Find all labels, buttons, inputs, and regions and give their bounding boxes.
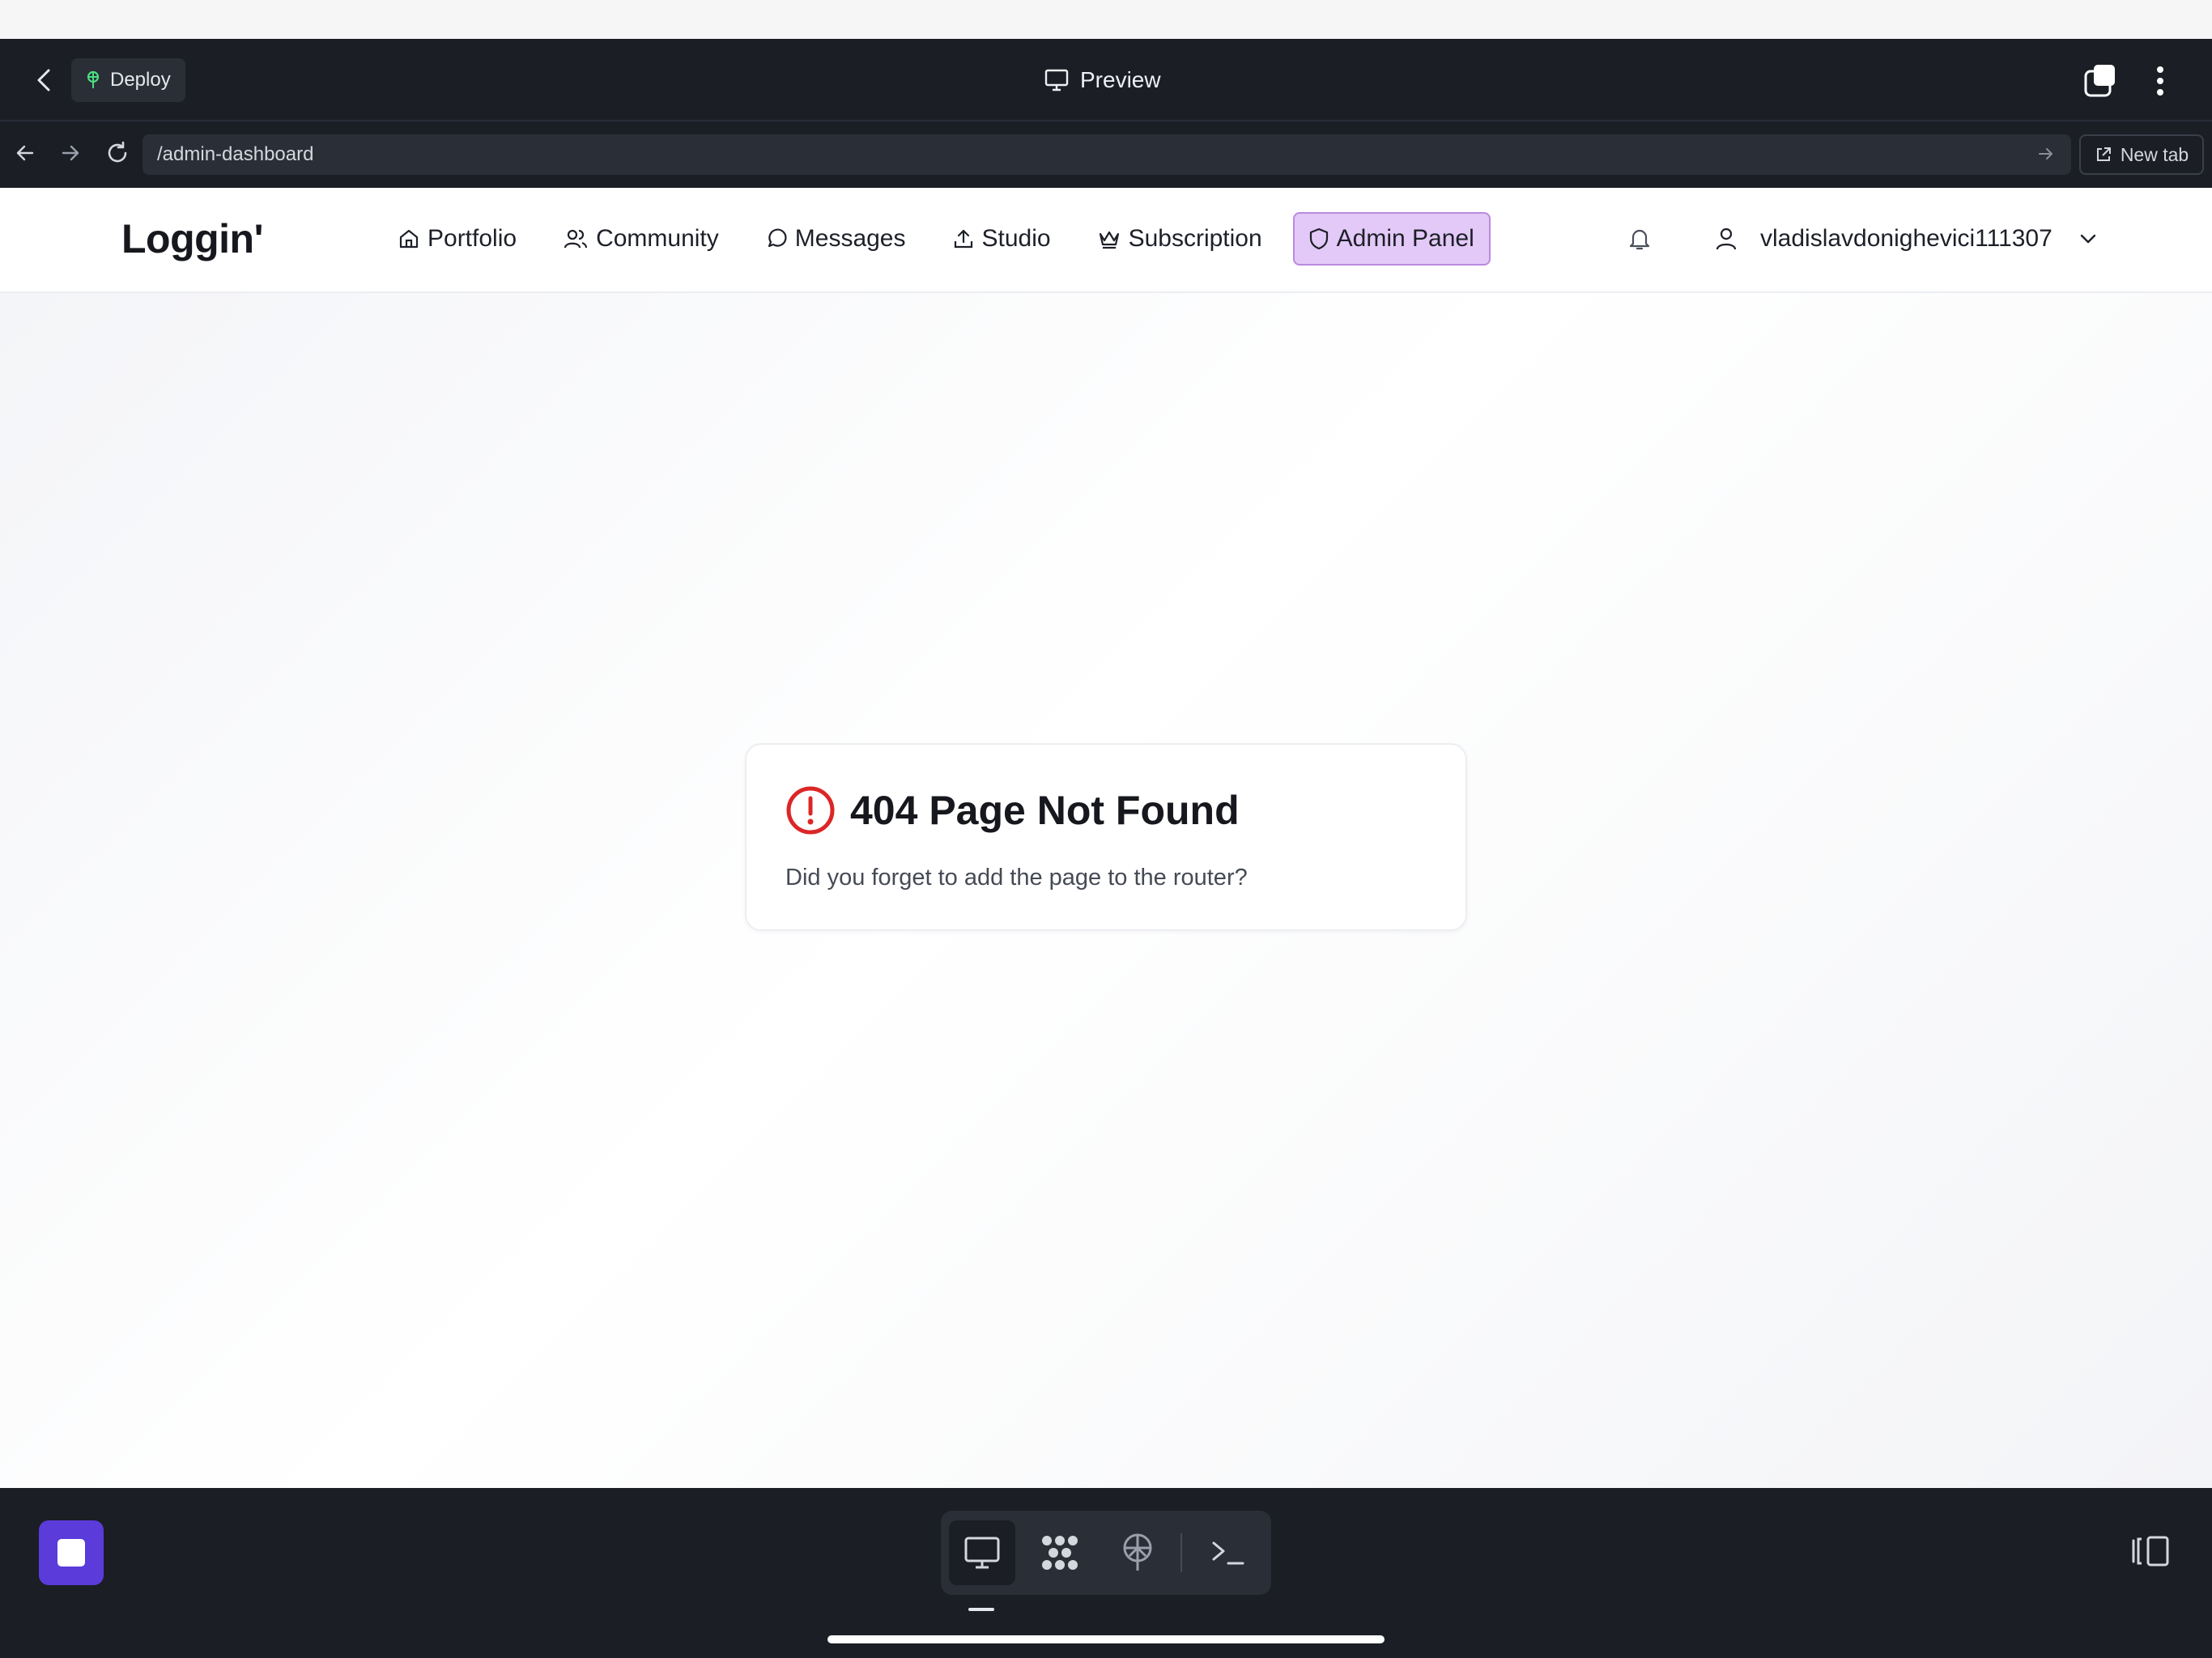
nav-item-messages[interactable]: Messages bbox=[750, 212, 922, 266]
tool-switcher bbox=[941, 1511, 1271, 1595]
back-button[interactable] bbox=[24, 60, 65, 100]
layout-toggle-button[interactable] bbox=[2128, 1528, 2173, 1574]
reload-button[interactable] bbox=[99, 134, 136, 172]
stop-button[interactable] bbox=[39, 1520, 104, 1585]
bell-icon bbox=[1629, 229, 1650, 250]
error-title: 404 Page Not Found bbox=[850, 788, 1240, 833]
crown-icon bbox=[1099, 231, 1119, 249]
nav-item-subscription[interactable]: Subscription bbox=[1082, 212, 1278, 266]
error-card: 404 Page Not Found Did you forget to add… bbox=[745, 743, 1467, 931]
arrow-left-icon bbox=[16, 145, 34, 161]
refresh-icon bbox=[108, 141, 127, 163]
more-vertical-icon bbox=[2157, 66, 2163, 96]
nav-label: Community bbox=[596, 225, 719, 252]
nav-item-portfolio[interactable]: Portfolio bbox=[382, 212, 533, 266]
toolbar-divider bbox=[1180, 1533, 1182, 1572]
console-tool-button[interactable] bbox=[1195, 1520, 1261, 1585]
deploy-tool-button[interactable] bbox=[1104, 1520, 1171, 1585]
arrow-right-icon bbox=[62, 145, 79, 161]
tabs-icon bbox=[2084, 65, 2115, 97]
home-indicator bbox=[827, 1635, 1385, 1643]
workflows-tool-button[interactable] bbox=[1027, 1520, 1093, 1585]
main-nav: Portfolio Community Messages Studio Subs… bbox=[382, 212, 1505, 266]
tabs-button[interactable] bbox=[2081, 62, 2120, 100]
nav-item-studio[interactable]: Studio bbox=[937, 212, 1067, 266]
user-avatar[interactable] bbox=[1708, 221, 1744, 257]
terminal-icon bbox=[1212, 1541, 1244, 1565]
preview-title: Preview bbox=[1044, 60, 1161, 100]
monitor-icon bbox=[964, 1537, 1000, 1569]
user-icon bbox=[1716, 227, 1737, 250]
more-options-button[interactable] bbox=[2141, 62, 2180, 100]
preview-label: Preview bbox=[1080, 67, 1161, 92]
url-input[interactable]: /admin-dashboard bbox=[143, 134, 2071, 175]
go-arrow-icon[interactable] bbox=[2037, 145, 2055, 163]
users-icon bbox=[564, 229, 588, 249]
bottom-toolbar bbox=[0, 1488, 2212, 1658]
upload-icon bbox=[954, 229, 972, 249]
nav-item-admin-panel[interactable]: Admin Panel bbox=[1292, 212, 1491, 266]
deploy-button[interactable]: Deploy bbox=[71, 58, 185, 102]
header-user-area: vladislavdonighevici111307 bbox=[1619, 212, 2103, 266]
site-header: Loggin' Portfolio Community Messages Stu… bbox=[0, 188, 2212, 293]
main-content: 404 Page Not Found Did you forget to add… bbox=[0, 293, 2212, 1488]
url-text: /admin-dashboard bbox=[157, 143, 314, 165]
browser-forward-button[interactable] bbox=[52, 134, 89, 172]
chevron-left-icon bbox=[37, 69, 50, 91]
new-tab-label: New tab bbox=[2120, 143, 2189, 165]
notifications-button[interactable] bbox=[1619, 219, 1660, 259]
nav-label: Subscription bbox=[1128, 225, 1262, 252]
deploy-icon bbox=[87, 70, 100, 88]
new-tab-button[interactable]: New tab bbox=[2079, 134, 2204, 175]
error-card-header: 404 Page Not Found bbox=[785, 785, 1240, 835]
monitor-icon bbox=[1044, 69, 1069, 91]
shield-icon bbox=[1309, 227, 1328, 250]
username[interactable]: vladislavdonighevici111307 bbox=[1760, 225, 2052, 253]
sidebar-icon bbox=[2132, 1536, 2169, 1567]
browser-back-button[interactable] bbox=[6, 134, 44, 172]
stop-icon bbox=[57, 1539, 85, 1567]
status-bar bbox=[0, 0, 2212, 39]
message-circle-icon bbox=[768, 228, 787, 248]
deploy-icon bbox=[1123, 1533, 1152, 1571]
nav-item-community[interactable]: Community bbox=[547, 212, 735, 266]
alert-circle-icon bbox=[786, 786, 835, 835]
active-tool-indicator bbox=[968, 1608, 994, 1611]
error-message: Did you forget to add the page to the ro… bbox=[785, 865, 1248, 891]
nav-label: Admin Panel bbox=[1336, 225, 1474, 252]
nav-label: Portfolio bbox=[428, 225, 517, 252]
app-top-bar: Deploy Preview bbox=[0, 39, 2212, 121]
external-link-icon bbox=[2096, 147, 2111, 161]
deploy-label: Deploy bbox=[110, 69, 171, 91]
home-icon bbox=[399, 229, 419, 249]
site-logo[interactable]: Loggin' bbox=[121, 215, 264, 262]
nav-label: Studio bbox=[981, 225, 1051, 252]
grid-dots-icon bbox=[1042, 1536, 1078, 1570]
url-bar-row: /admin-dashboard New tab bbox=[0, 121, 2212, 188]
user-menu-toggle[interactable] bbox=[2074, 224, 2103, 253]
preview-tool-button[interactable] bbox=[949, 1520, 1015, 1585]
nav-label: Messages bbox=[794, 225, 906, 252]
chevron-down-icon bbox=[2080, 234, 2096, 244]
